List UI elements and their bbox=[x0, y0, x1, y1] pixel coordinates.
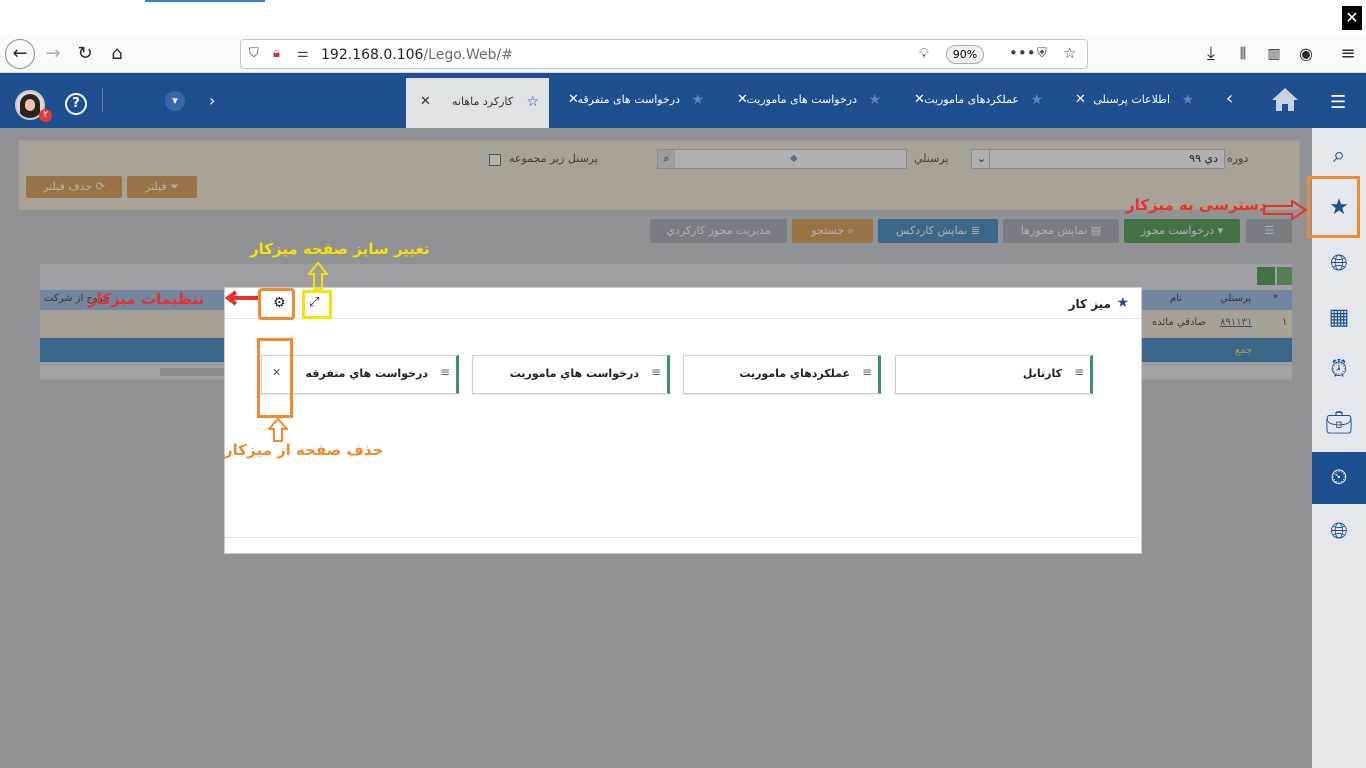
settings-annotation: تنظیمات میزکار bbox=[88, 290, 205, 308]
lightbulb-icon[interactable]: 💡︎ bbox=[919, 46, 929, 62]
resize-annotation: تغییر سایز صفحه میزکار bbox=[250, 240, 430, 258]
tabs-scroll-left-icon[interactable]: › bbox=[209, 91, 215, 110]
star-icon: ★ bbox=[1030, 92, 1043, 108]
drag-handle-icon[interactable]: ≡ bbox=[1074, 365, 1084, 379]
library-icon[interactable]: ⫼ bbox=[1228, 39, 1258, 69]
globe-icon[interactable]: 🌐︎ bbox=[1312, 238, 1366, 290]
drag-handle-icon[interactable]: ≡ bbox=[862, 365, 872, 379]
tabs-dropdown-button[interactable]: ▾ bbox=[165, 91, 185, 111]
tab-misc-requests[interactable]: ✕ درخواست های متفرقه ★ bbox=[566, 88, 710, 114]
modal-footer-divider bbox=[225, 537, 1141, 538]
browser-toolbar: ← → ↻ ⌂ ⛉ 🔒︎ ⚌ 192.168.0.106/Lego.Web/# … bbox=[0, 35, 1366, 73]
more-actions-icon[interactable]: ••• bbox=[1009, 44, 1036, 62]
home-icon[interactable] bbox=[1270, 85, 1300, 113]
close-icon[interactable]: ✕ bbox=[1075, 88, 1086, 112]
star-icon: ★ bbox=[868, 92, 881, 108]
sidebar-toggle-icon[interactable]: ▥ bbox=[1259, 39, 1289, 69]
card-title: عملكردهاي ماموريت bbox=[739, 367, 850, 380]
tab-mission-requests[interactable]: ✕ درخواست های ماموریت ★ bbox=[735, 88, 885, 114]
star-icon: ★ bbox=[691, 92, 704, 108]
modal-title: ميز كار bbox=[1068, 297, 1111, 311]
desk-card-kartable[interactable]: كارتابل ≡ bbox=[895, 355, 1093, 394]
reload-button[interactable]: ↻ bbox=[70, 39, 100, 69]
downloads-icon[interactable]: ⤓ bbox=[1196, 39, 1226, 69]
card-title: درخواست هاي متفرقه bbox=[305, 367, 428, 380]
pocket-icon[interactable]: ⛨ bbox=[1037, 46, 1047, 61]
drag-handle-icon[interactable]: ≡ bbox=[651, 365, 661, 379]
permissions-icon: ⚌ bbox=[297, 46, 309, 61]
tab-mission-performance[interactable]: ✕ عملکردهای ماموریت ★ bbox=[912, 88, 1047, 114]
close-icon[interactable]: ✕ bbox=[420, 90, 431, 114]
globe-settings-icon[interactable]: 🌐︎ bbox=[1312, 506, 1366, 558]
shield-icon: ⛉ bbox=[249, 46, 259, 61]
star-icon: ★ bbox=[1181, 92, 1194, 108]
tabs-scroll-right-icon[interactable]: ‹ bbox=[1226, 88, 1233, 109]
app-menu-icon[interactable]: ≡ bbox=[1333, 39, 1363, 69]
presentation-icon[interactable]: ▦ bbox=[1312, 292, 1366, 344]
arrow-right-icon bbox=[1263, 200, 1308, 220]
search-icon[interactable]: ⌕ bbox=[1312, 130, 1366, 182]
access-desk-annotation: دسترسی به میزکار bbox=[1126, 196, 1267, 214]
remove-page-highlight bbox=[257, 338, 293, 418]
desk-card-mission-performance[interactable]: عملكردهاي ماموريت ≡ bbox=[683, 355, 881, 394]
tab-monthly-work[interactable]: ✕ کارکرد ماهانه ☆ bbox=[406, 78, 549, 128]
card-title: درخواست هاي ماموريت bbox=[509, 367, 639, 380]
desk-card-mission-requests[interactable]: درخواست هاي ماموريت ≡ bbox=[472, 355, 670, 394]
card-title: كارتابل bbox=[1022, 367, 1062, 380]
modal-divider bbox=[225, 318, 1141, 319]
alarm-clock-icon[interactable]: ⏰︎ bbox=[1312, 344, 1366, 396]
briefcase-icon[interactable]: 💼︎ bbox=[1312, 398, 1366, 450]
notification-badge: ۲ bbox=[39, 109, 52, 122]
help-icon[interactable]: ? bbox=[65, 93, 87, 115]
bookmark-star-icon[interactable]: ☆ bbox=[1063, 44, 1076, 62]
access-desk-highlight bbox=[1307, 176, 1360, 238]
resize-highlight bbox=[302, 290, 332, 319]
url-bar[interactable]: ⛉ 🔒︎ ⚌ 192.168.0.106/Lego.Web/# 💡︎ 90% •… bbox=[240, 39, 1088, 69]
zoom-level[interactable]: 90% bbox=[946, 45, 984, 64]
timer-icon[interactable]: ⏲ bbox=[1312, 452, 1366, 504]
tab-personnel-info[interactable]: ✕ اطلاعات پرسنلی ★ bbox=[1073, 88, 1198, 114]
star-icon: ★ bbox=[1116, 295, 1129, 311]
star-icon: ☆ bbox=[526, 94, 539, 110]
header-divider bbox=[102, 88, 103, 112]
drag-handle-icon[interactable]: ≡ bbox=[440, 365, 450, 379]
arrow-up-icon bbox=[268, 418, 288, 442]
home-button[interactable]: ⌂ bbox=[102, 39, 132, 69]
account-icon[interactable]: ◉ bbox=[1291, 39, 1321, 69]
active-tab-accent bbox=[145, 0, 265, 2]
window-close-button[interactable]: ✕ bbox=[1342, 6, 1362, 30]
forward-button[interactable]: → bbox=[38, 39, 68, 69]
back-button[interactable]: ← bbox=[5, 39, 35, 69]
arrow-up-icon bbox=[308, 262, 328, 290]
browser-title-strip: ✕ bbox=[0, 0, 1366, 35]
desk-modal: ★ ميز كار ⚙ ⤢ كارتابل ≡ عملكردهاي ماموري… bbox=[224, 287, 1142, 554]
settings-highlight bbox=[258, 288, 295, 320]
main-menu-icon[interactable]: ☰ bbox=[1330, 92, 1346, 113]
arrow-left-icon bbox=[224, 290, 258, 306]
insecure-lock-icon: 🔒︎ bbox=[273, 46, 280, 61]
remove-page-annotation: حذف صفحه از میزکار bbox=[224, 441, 384, 459]
url-text: 192.168.0.106/Lego.Web/# bbox=[321, 47, 513, 63]
